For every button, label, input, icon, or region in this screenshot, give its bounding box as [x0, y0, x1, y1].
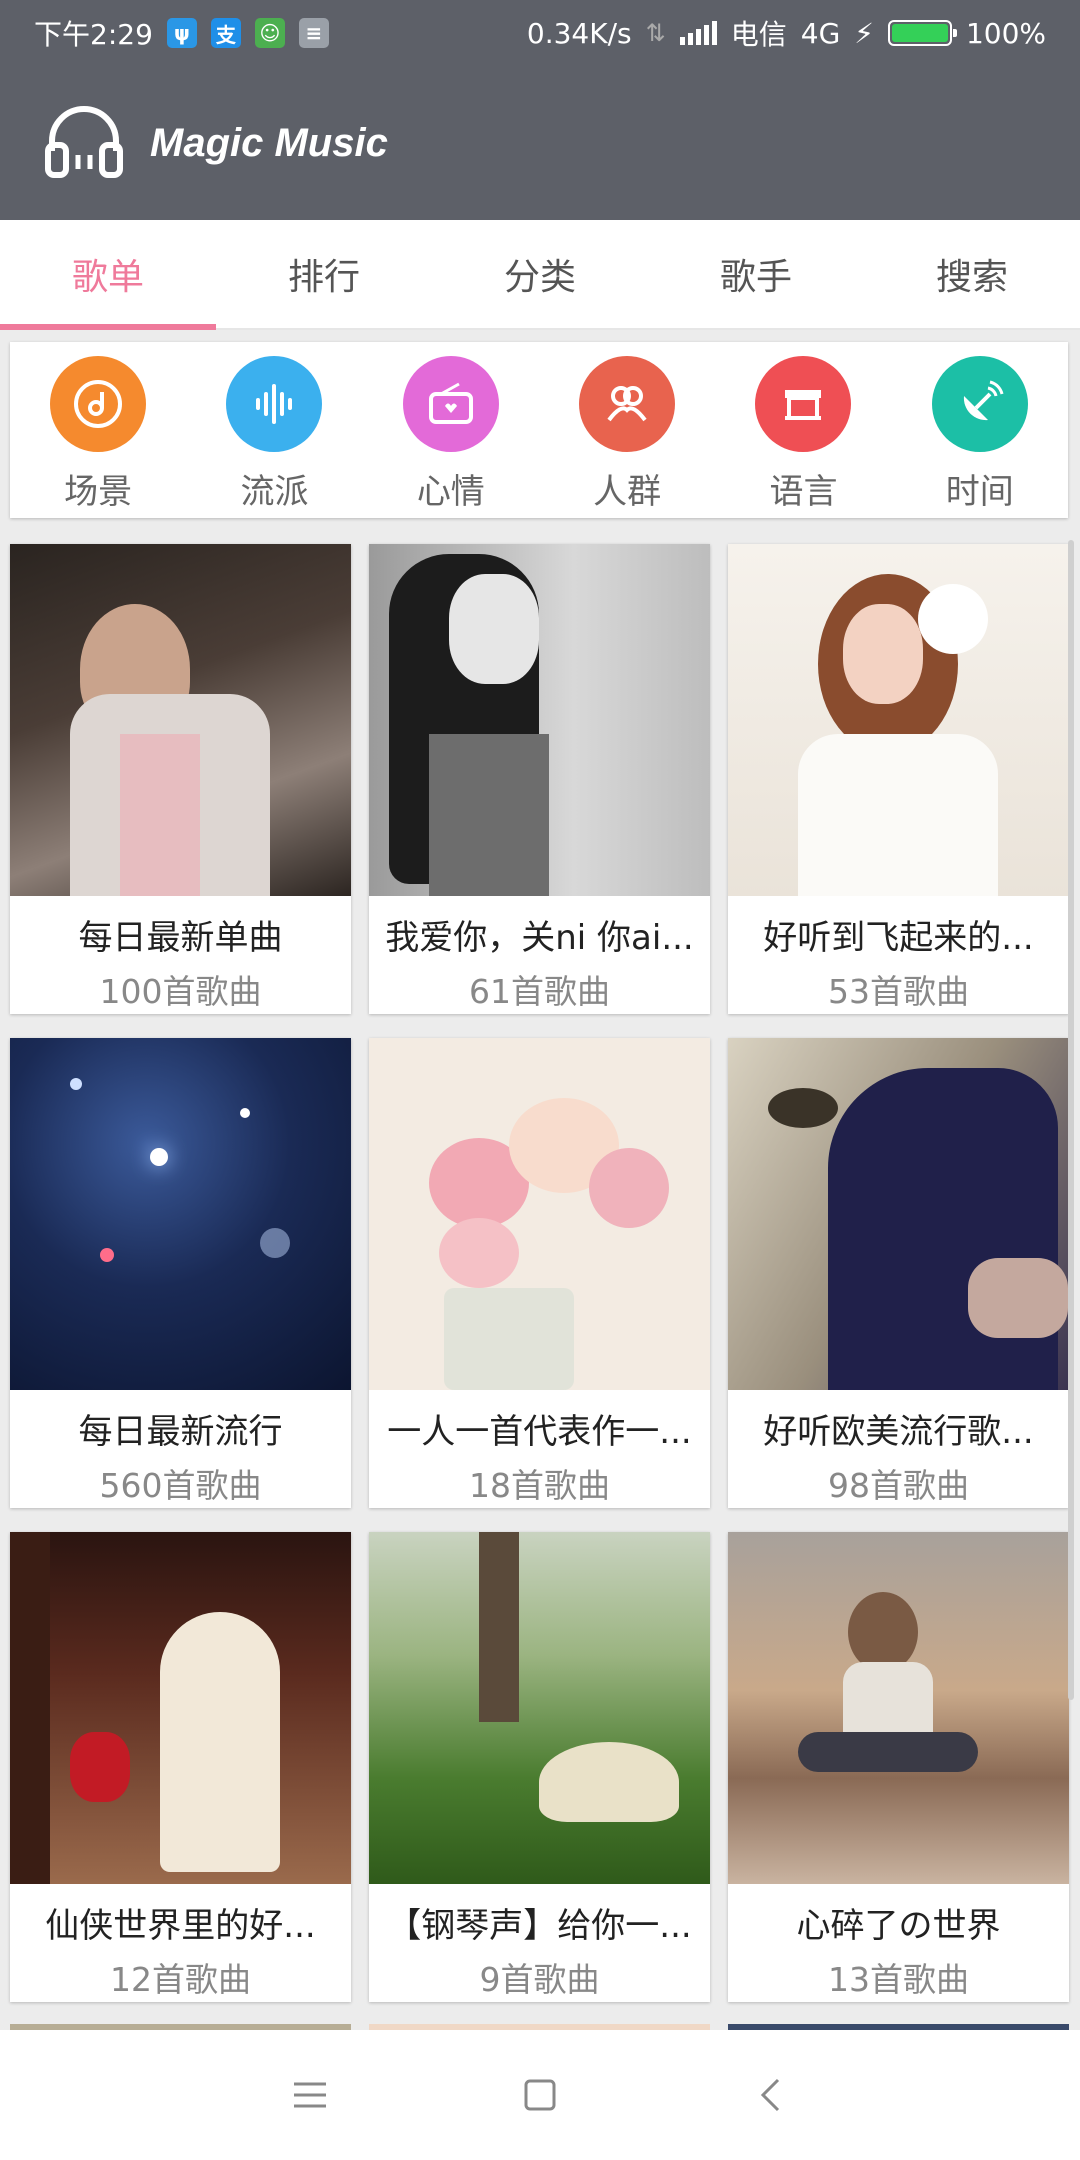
- system-nav-bar: [0, 2030, 1080, 2160]
- playlist-card[interactable]: 心碎了の世界 13首歌曲: [728, 1532, 1069, 2002]
- playlist-grid: 每日最新单曲 100首歌曲 我爱你，关ni 你ai... 61首歌曲 好听到飞起…: [10, 544, 1070, 2002]
- playlist-card[interactable]: 【钢琴声】给你一... 9首歌曲: [369, 1532, 710, 2002]
- category-mood[interactable]: 心情: [363, 342, 539, 518]
- network-type: 4G: [800, 16, 841, 50]
- category-label: 流派: [240, 472, 309, 512]
- playlist-count: 98首歌曲: [828, 1466, 969, 1505]
- category-scene[interactable]: 场景: [10, 342, 186, 518]
- category-time[interactable]: 时间: [892, 342, 1068, 518]
- playlist-cover: [10, 1038, 351, 1390]
- playlist-name: 好听到飞起来的...: [763, 918, 1034, 958]
- playlist-card[interactable]: 我爱你，关ni 你ai... 61首歌曲: [369, 544, 710, 1014]
- playlist-name: 好听欧美流行歌...: [763, 1412, 1034, 1452]
- category-label: 人群: [593, 472, 662, 512]
- playlist-count: 560首歌曲: [99, 1466, 262, 1505]
- playlist-cover: [728, 544, 1069, 896]
- soundwave-icon: [226, 356, 323, 452]
- playlist-cover: [10, 544, 351, 896]
- playlist-count: 18首歌曲: [469, 1466, 610, 1505]
- playlist-cover: [369, 544, 710, 896]
- network-speed: 0.34K/s: [526, 16, 632, 50]
- category-label: 心情: [416, 472, 485, 512]
- playlist-card[interactable]: 好听欧美流行歌... 98首歌曲: [728, 1038, 1069, 1508]
- scrollbar[interactable]: [1068, 540, 1074, 1700]
- playlist-card[interactable]: 仙侠世界里的好... 12首歌曲: [10, 1532, 351, 2002]
- category-crowd[interactable]: 人群: [539, 342, 715, 518]
- playlist-card[interactable]: 每日最新流行 560首歌曲: [10, 1038, 351, 1508]
- home-square-icon[interactable]: [510, 2065, 570, 2125]
- category-label: 时间: [945, 472, 1014, 512]
- headphones-icon: [42, 99, 126, 187]
- playlist-count: 13首歌曲: [828, 1960, 969, 1999]
- playlist-count: 61首歌曲: [469, 972, 610, 1011]
- playlist-name: 每日最新单曲: [78, 918, 283, 958]
- message-icon: ≡: [298, 18, 329, 48]
- usb-icon: ψ: [166, 18, 197, 48]
- back-chevron-icon[interactable]: [740, 2065, 800, 2125]
- app-title: Magic Music: [150, 120, 388, 165]
- playlist-cover: [728, 1532, 1069, 1884]
- tab-singers[interactable]: 歌手: [648, 220, 864, 328]
- tab-bar: 歌单 排行 分类 歌手 搜索: [0, 220, 1080, 330]
- playlist-name: 【钢琴声】给你一...: [387, 1906, 692, 1946]
- playlist-name: 一人一首代表作一...: [387, 1412, 692, 1452]
- tab-categories[interactable]: 分类: [432, 220, 648, 328]
- playlist-count: 12首歌曲: [110, 1960, 251, 1999]
- radio-heart-icon: [402, 356, 499, 452]
- people-icon: [579, 356, 676, 452]
- status-bar: 下午2:29 ψ 支 ☺ ≡ 0.34K/s ⇅ 电信 4G ⚡ 100%: [0, 0, 1080, 66]
- battery-icon: [887, 20, 957, 46]
- storefront-icon: [755, 356, 852, 452]
- playlist-card[interactable]: 一人一首代表作一... 18首歌曲: [369, 1038, 710, 1508]
- tab-rankings[interactable]: 排行: [216, 220, 432, 328]
- charging-icon: ⚡: [854, 16, 874, 50]
- signal-icon: [679, 21, 717, 45]
- playlist-card[interactable]: 每日最新单曲 100首歌曲: [10, 544, 351, 1014]
- alipay-icon: 支: [210, 18, 241, 48]
- playlist-count: 9首歌曲: [479, 1960, 600, 1999]
- tab-playlists[interactable]: 歌单: [0, 220, 216, 330]
- category-language[interactable]: 语言: [715, 342, 891, 518]
- playlist-name: 仙侠世界里的好...: [45, 1906, 316, 1946]
- playlist-name: 每日最新流行: [78, 1412, 283, 1452]
- carrier-label: 电信: [730, 18, 787, 51]
- playlist-name: 我爱你，关ni 你ai...: [385, 918, 694, 958]
- playlist-cover: [728, 1038, 1069, 1390]
- playlist-card[interactable]: 好听到飞起来的... 53首歌曲: [728, 544, 1069, 1014]
- battery-percent: 100%: [965, 16, 1046, 50]
- app-bar: Magic Music: [0, 66, 1080, 220]
- category-genre[interactable]: 流派: [186, 342, 362, 518]
- playlist-cover: [369, 1532, 710, 1884]
- music-disc-icon: [50, 356, 147, 452]
- status-time: 下午2:29: [34, 18, 153, 51]
- category-label: 语言: [769, 472, 838, 512]
- playlist-count: 100首歌曲: [99, 972, 262, 1011]
- data-arrows-icon: ⇅: [645, 19, 666, 47]
- playlist-cover: [369, 1038, 710, 1390]
- playlist-name: 心碎了の世界: [796, 1906, 1001, 1946]
- satellite-dish-icon: [931, 356, 1028, 452]
- category-bar: 场景 流派 心情 人群 语言 时间: [10, 342, 1068, 518]
- playlist-count: 53首歌曲: [828, 972, 969, 1011]
- menu-icon[interactable]: [280, 2065, 340, 2125]
- category-label: 场景: [64, 472, 133, 512]
- android-icon: ☺: [254, 18, 285, 48]
- tab-search[interactable]: 搜索: [864, 220, 1080, 328]
- playlist-cover: [10, 1532, 351, 1884]
